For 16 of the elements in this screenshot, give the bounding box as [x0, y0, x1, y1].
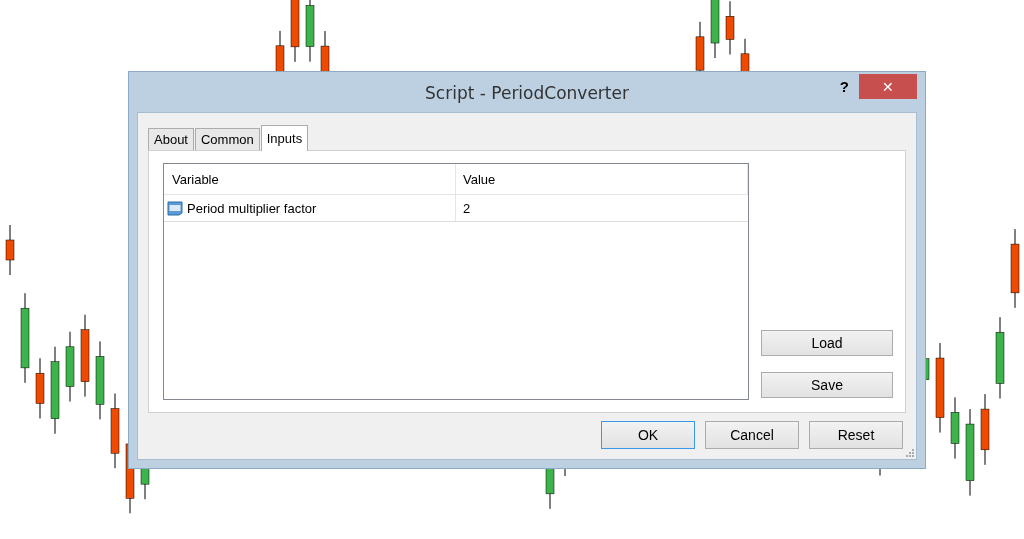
column-header: Variable — [164, 164, 456, 194]
column-header: Value — [456, 164, 748, 194]
table-cell-text: 2 — [462, 199, 472, 218]
table-cell: Period multiplier factor — [187, 200, 317, 216]
dialog-button[interactable]: Reset — [809, 421, 903, 449]
side-button[interactable]: Load — [761, 330, 893, 356]
resize-grip-icon — [906, 449, 914, 457]
window-title: Script - PeriodConverter — [425, 82, 629, 103]
side-button[interactable]: Save — [761, 372, 893, 398]
tab[interactable]: Inputs — [260, 125, 309, 151]
tab[interactable]: About — [148, 128, 194, 150]
help-button[interactable]: ? — [835, 76, 853, 97]
dialog-button[interactable]: Cancel — [705, 421, 799, 449]
close-button[interactable]: ✕ — [859, 74, 917, 99]
tab[interactable]: Common — [195, 128, 260, 150]
dialog-button[interactable]: OK — [601, 421, 695, 449]
